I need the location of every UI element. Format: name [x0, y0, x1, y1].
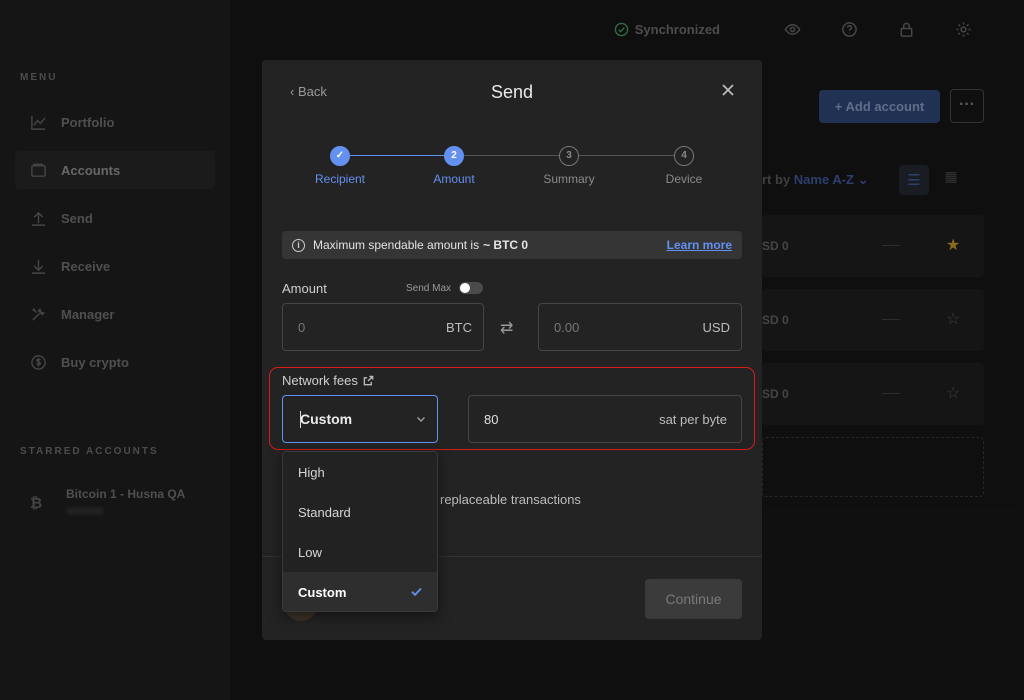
step-label: Summary [543, 172, 595, 186]
continue-button[interactable]: Continue [645, 579, 742, 619]
fee-rate-value: 80 [484, 411, 499, 427]
check-icon [410, 585, 423, 598]
fiat-amount-placeholder: 0.00 [554, 319, 580, 335]
fiat-unit: USD [702, 319, 730, 335]
fee-strategy-value: Custom [300, 411, 353, 427]
chevron-down-icon [416, 416, 426, 423]
spendable-info-text: Maximum spendable amount is [313, 238, 480, 252]
spendable-amount: ~ BTC 0 [483, 238, 529, 252]
stepper: ✓ Recipient 2 Amount 3 Summary 4 Device [302, 146, 722, 186]
step-amount: 2 Amount [404, 146, 504, 186]
step-dot: 4 [674, 146, 694, 166]
send-max-toggle[interactable] [459, 282, 484, 294]
modal-title: Send [490, 82, 534, 102]
step-label: Device [665, 172, 703, 186]
fiat-amount-input[interactable]: 0.00 USD [538, 303, 742, 351]
fee-strategy-dropdown: High Standard Low Custom [282, 451, 438, 612]
network-fees-label[interactable]: Network fees [282, 373, 374, 388]
external-link-icon [363, 375, 374, 386]
step-label: Amount [433, 172, 475, 186]
step-recipient: ✓ Recipient [290, 146, 390, 186]
swap-arrows-icon: ⇄ [500, 320, 514, 337]
close-icon[interactable] [720, 82, 736, 98]
step-summary: 3 Summary [519, 146, 619, 186]
fee-option-low[interactable]: Low [283, 532, 437, 572]
amount-label: Amount [282, 281, 327, 296]
fee-option-high[interactable]: High [283, 452, 437, 492]
fee-option-standard[interactable]: Standard [283, 492, 437, 532]
crypto-amount-placeholder: 0 [298, 319, 306, 335]
spendable-info-banner: i Maximum spendable amount is ~ BTC 0 Le… [282, 231, 742, 259]
step-dot: ✓ [330, 146, 350, 166]
crypto-amount-input[interactable]: 0 BTC [282, 303, 484, 351]
send-max-label: Send Max [406, 282, 452, 294]
fee-rate-input[interactable]: 80 sat per byte [468, 395, 742, 443]
rbf-label: replaceable transactions [440, 492, 581, 507]
learn-more-link[interactable]: Learn more [667, 238, 732, 252]
fee-strategy-select[interactable]: Custom [282, 395, 438, 443]
fee-option-label: Custom [298, 584, 347, 600]
step-device: 4 Device [634, 146, 734, 186]
fee-rate-unit: sat per byte [659, 411, 727, 427]
info-icon: i [292, 238, 305, 252]
step-dot: 3 [559, 146, 579, 166]
step-label: Recipient [314, 172, 366, 186]
step-dot: 2 [444, 146, 464, 166]
fee-option-custom[interactable]: Custom [283, 572, 437, 611]
network-fees-text: Network fees [282, 373, 358, 388]
crypto-unit: BTC [446, 319, 472, 335]
text-cursor [300, 411, 301, 428]
send-max-control: Send Max [406, 282, 484, 294]
